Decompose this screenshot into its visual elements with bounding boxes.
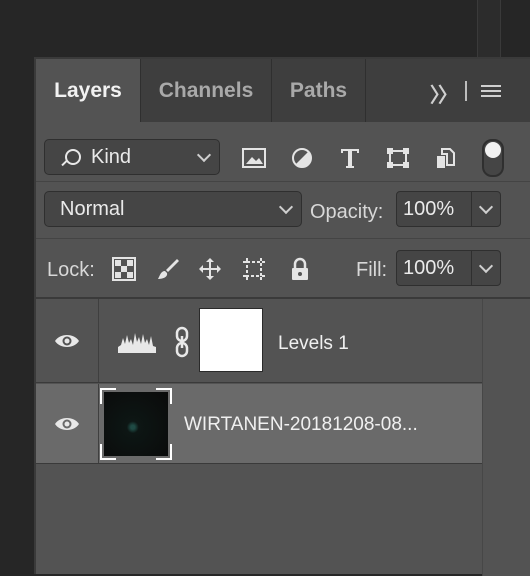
- filter-kind-select[interactable]: Kind: [44, 139, 220, 175]
- lock-position-icon[interactable]: [198, 257, 222, 281]
- thumbnail-corner: [156, 388, 172, 404]
- filter-row: Kind: [36, 122, 530, 182]
- lock-row: Lock: Fill: 100%: [36, 239, 530, 299]
- search-icon: [65, 149, 81, 165]
- eye-icon[interactable]: [54, 416, 80, 432]
- blend-mode-value: Normal: [60, 197, 125, 220]
- chevron-down-icon: [478, 258, 494, 274]
- chevron-down-icon: [196, 147, 212, 163]
- opacity-input[interactable]: 100%: [396, 191, 472, 227]
- lock-artboard-icon[interactable]: [242, 257, 266, 281]
- visibility-cell[interactable]: [36, 299, 99, 382]
- fill-label: Fill:: [356, 259, 388, 281]
- chevron-down-icon: [278, 199, 294, 215]
- thumbnail-corner: [100, 388, 116, 404]
- layer-thumbnail-frame[interactable]: [100, 388, 172, 460]
- opacity-dropdown[interactable]: [471, 191, 501, 227]
- tab-divider: [465, 81, 467, 101]
- filter-toggle[interactable]: [482, 139, 504, 177]
- eye-icon[interactable]: [54, 333, 80, 349]
- fill-input[interactable]: 100%: [396, 250, 472, 286]
- mask-link-icon[interactable]: [174, 326, 190, 358]
- layer-row-levels[interactable]: Levels 1: [36, 299, 482, 383]
- opacity-label: Opacity:: [310, 201, 384, 223]
- panel-menu-icon[interactable]: [481, 85, 501, 100]
- smart-object-filter-icon[interactable]: [434, 147, 458, 169]
- type-filter-icon[interactable]: [338, 147, 362, 169]
- expand-panels-icon[interactable]: 〉〉: [430, 79, 458, 108]
- thumbnail-corner: [100, 444, 116, 460]
- tab-channels[interactable]: Channels: [141, 59, 272, 122]
- blend-mode-select[interactable]: Normal: [44, 191, 302, 227]
- visibility-cell[interactable]: [36, 384, 99, 463]
- lock-label: Lock:: [47, 259, 95, 281]
- shape-filter-icon[interactable]: [386, 147, 410, 169]
- layers-panel: Layers Channels Paths 〉〉 Kind Normal Opa…: [34, 57, 530, 576]
- layer-mask-thumbnail[interactable]: [199, 308, 263, 372]
- layer-name[interactable]: WIRTANEN-20181208-08...: [184, 414, 418, 436]
- lock-all-icon[interactable]: [288, 257, 312, 281]
- layer-name[interactable]: Levels 1: [278, 333, 349, 355]
- chevron-down-icon: [478, 199, 494, 215]
- lock-image-pixels-icon[interactable]: [156, 257, 180, 281]
- filter-kind-label: Kind: [91, 145, 132, 168]
- layer-row-image[interactable]: WIRTANEN-20181208-08...: [36, 384, 482, 464]
- pixel-filter-icon[interactable]: [242, 147, 266, 169]
- blend-row: Normal Opacity: 100%: [36, 182, 530, 239]
- panel-tabbar: Layers Channels Paths 〉〉: [36, 59, 530, 122]
- tab-paths[interactable]: Paths: [272, 59, 366, 122]
- fill-dropdown[interactable]: [471, 250, 501, 286]
- tab-layers[interactable]: Layers: [36, 59, 141, 122]
- background-panel-edge-2: [500, 0, 530, 60]
- adjustment-filter-icon[interactable]: [290, 147, 314, 169]
- levels-histogram-icon: [118, 333, 156, 353]
- layers-scrollbar[interactable]: [482, 299, 530, 576]
- lock-transparent-pixels-icon[interactable]: [112, 257, 136, 281]
- thumbnail-corner: [156, 444, 172, 460]
